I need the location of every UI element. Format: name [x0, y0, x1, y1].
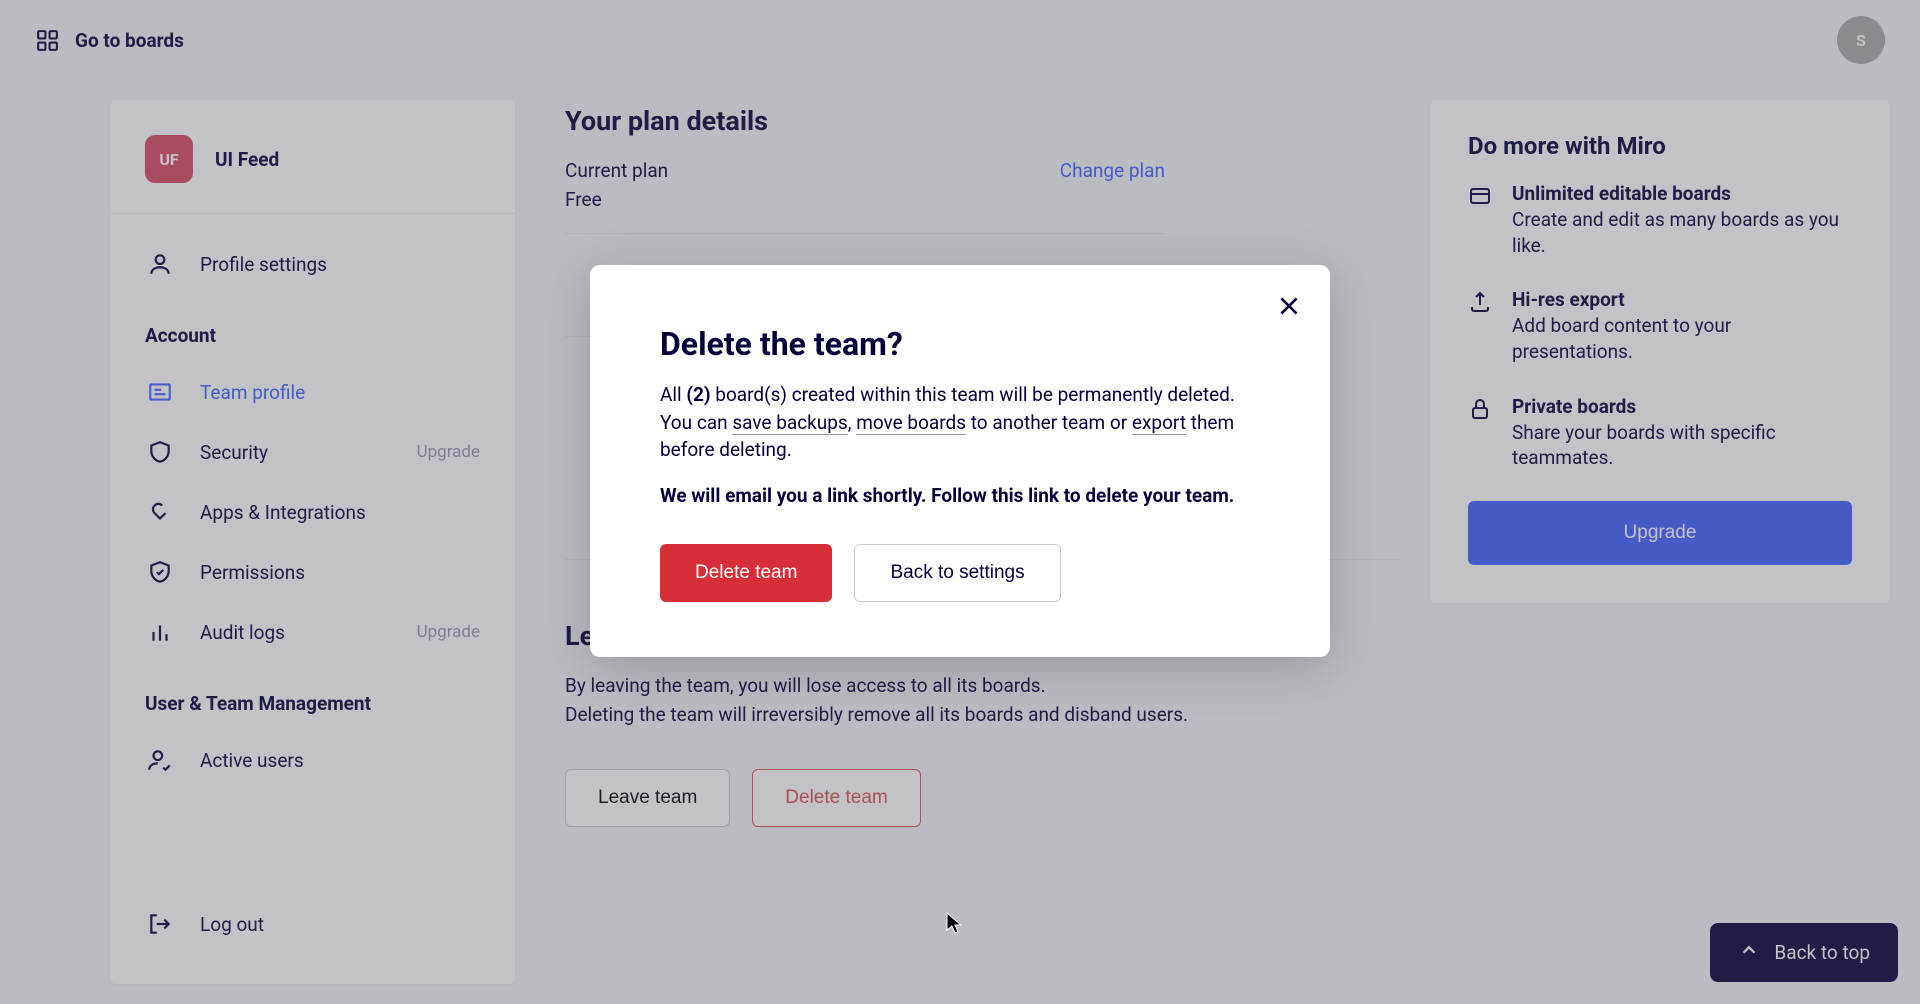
modal-body: All (2) board(s) created within this tea… [660, 381, 1260, 509]
export-link[interactable]: export [1132, 411, 1186, 435]
save-backups-link[interactable]: save backups [732, 411, 847, 435]
modal-text-mid: to another team or [966, 411, 1132, 434]
modal-title: Delete the team? [660, 325, 1260, 363]
close-icon [1276, 293, 1302, 319]
modal-board-count: (2) [686, 383, 710, 406]
modal-delete-team-button[interactable]: Delete team [660, 544, 832, 602]
modal-comma: , [848, 411, 856, 434]
modal-buttons: Delete team Back to settings [660, 544, 1260, 602]
modal-text-pre: All [660, 383, 686, 406]
modal-back-to-settings-button[interactable]: Back to settings [854, 544, 1060, 602]
modal-strong-note: We will email you a link shortly. Follow… [660, 482, 1260, 510]
modal-overlay[interactable]: Delete the team? All (2) board(s) create… [0, 0, 1920, 1004]
modal-close-button[interactable] [1273, 290, 1305, 322]
move-boards-link[interactable]: move boards [856, 411, 966, 435]
delete-team-modal: Delete the team? All (2) board(s) create… [590, 265, 1330, 657]
